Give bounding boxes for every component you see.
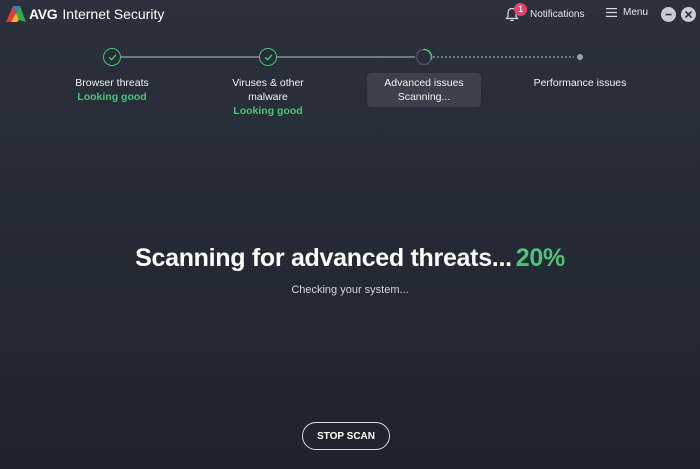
scan-headline-text: Scanning for advanced threats... xyxy=(135,244,512,272)
notifications-label: Notifications xyxy=(530,9,585,20)
product-name: Internet Security xyxy=(62,6,165,22)
step-status: Looking good xyxy=(77,91,147,103)
scan-headline: Scanning for advanced threats... 20% xyxy=(0,244,700,273)
step-advanced-issues: Advanced issues Scanning... xyxy=(367,73,481,107)
avg-logo-icon xyxy=(6,6,26,22)
step-status: Looking good xyxy=(233,105,303,117)
close-button[interactable] xyxy=(681,7,696,22)
notification-count-badge: 1 xyxy=(514,3,527,16)
check-icon xyxy=(264,54,272,60)
check-icon xyxy=(108,54,116,60)
step-4-pending-indicator xyxy=(577,54,583,60)
close-icon xyxy=(685,11,692,18)
minimize-icon xyxy=(665,13,672,16)
step-1-complete-indicator xyxy=(103,48,121,66)
step-label: Advanced issues xyxy=(384,77,464,89)
step-connector-1 xyxy=(121,56,259,58)
menu-button[interactable]: Menu xyxy=(606,7,648,18)
notifications-button[interactable]: 1 Notifications xyxy=(505,3,585,22)
step-label: Performance issues xyxy=(533,77,627,89)
brand-name: AVG xyxy=(29,6,58,22)
step-3-progress-indicator xyxy=(415,48,433,66)
step-performance-issues: Performance issues xyxy=(523,73,637,107)
title-bar: AVG Internet Security 1 Notifications Me… xyxy=(0,0,700,30)
step-2-complete-indicator xyxy=(259,48,277,66)
step-connector-2 xyxy=(277,56,415,58)
spinner-icon xyxy=(415,48,433,66)
bell-icon: 1 xyxy=(505,3,527,22)
step-viruses-malware: Viruses & other malware Looking good xyxy=(211,73,325,117)
app-logo: AVG Internet Security xyxy=(6,6,164,22)
step-browser-threats: Browser threats Looking good xyxy=(55,73,169,107)
scan-subtext: Checking your system... xyxy=(291,284,409,296)
stop-scan-button[interactable]: STOP SCAN xyxy=(302,422,390,450)
step-connector-3 xyxy=(433,56,574,58)
minimize-button[interactable] xyxy=(661,7,676,22)
step-label: Viruses & other malware xyxy=(232,77,304,103)
scan-percent: 20% xyxy=(515,244,565,272)
menu-label: Menu xyxy=(623,7,649,18)
step-label: Browser threats xyxy=(75,77,149,89)
step-status: Scanning... xyxy=(397,91,451,103)
hamburger-icon xyxy=(606,8,617,17)
